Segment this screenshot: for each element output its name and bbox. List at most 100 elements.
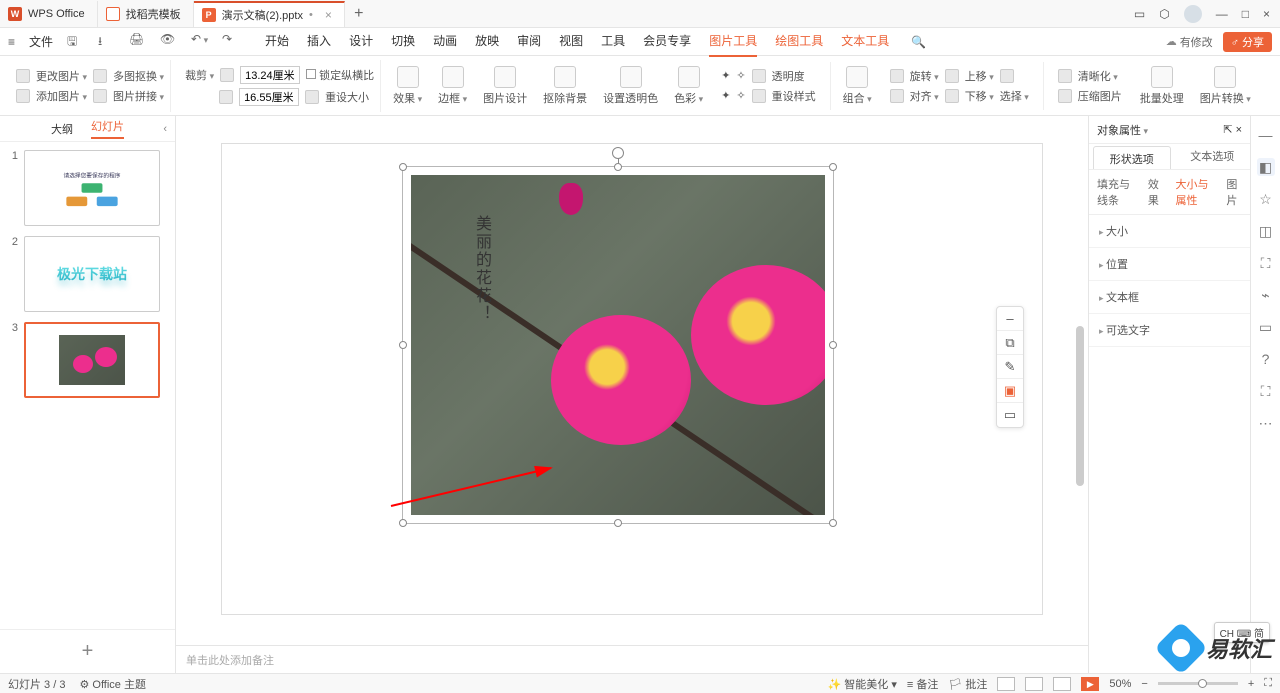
strip-template-icon[interactable]: ▭ xyxy=(1257,318,1275,336)
tab-picture-tools[interactable]: 图片工具 xyxy=(709,26,757,57)
slide-thumb-2[interactable]: 极光下载站 xyxy=(24,236,160,312)
undo-icon[interactable]: ↶ xyxy=(191,32,212,52)
notes-button[interactable]: ≡ 备注 xyxy=(907,676,938,692)
strip-help-icon[interactable]: ? xyxy=(1257,350,1275,368)
select-button[interactable]: 选择 xyxy=(1000,88,1029,104)
user-avatar-icon[interactable] xyxy=(1184,5,1202,23)
view-normal-icon[interactable] xyxy=(997,677,1015,691)
zoom-out-icon[interactable]: − xyxy=(1141,678,1147,690)
tab-app[interactable]: W WPS Office xyxy=(0,1,98,27)
width-input[interactable] xyxy=(240,66,300,84)
resize-handle[interactable] xyxy=(614,163,622,171)
resize-handle[interactable] xyxy=(399,163,407,171)
set-transparent-button[interactable]: 设置透明色 xyxy=(599,60,662,112)
collage-button[interactable]: 图片拼接 xyxy=(113,88,164,104)
lock-ratio-check[interactable]: 锁定纵横比 xyxy=(306,67,374,83)
height-input[interactable] xyxy=(239,88,299,106)
clarity-button[interactable]: 清晰化 xyxy=(1078,68,1118,84)
search-icon[interactable]: 🔍 xyxy=(911,35,926,49)
slide-thumb-3[interactable] xyxy=(24,322,160,398)
tab-close-icon[interactable]: × xyxy=(325,8,332,22)
save-icon[interactable]: 🖫 xyxy=(67,32,88,52)
strip-resource-icon[interactable]: ⛶ xyxy=(1257,382,1275,400)
strip-properties-icon[interactable]: ◧ xyxy=(1257,158,1275,176)
zoom-label[interactable]: 50% xyxy=(1109,678,1131,690)
subtab-size[interactable]: 大小与属性 xyxy=(1176,176,1215,208)
subtab-effect[interactable]: 效果 xyxy=(1148,176,1164,208)
tab-start[interactable]: 开始 xyxy=(265,26,289,57)
close-window-icon[interactable]: × xyxy=(1263,7,1270,21)
resize-handle[interactable] xyxy=(399,341,407,349)
reset-style-button[interactable]: 重设样式 xyxy=(772,88,816,104)
minimize-icon[interactable]: — xyxy=(1216,7,1228,21)
rotate-handle[interactable] xyxy=(612,147,624,159)
fit-icon[interactable]: ⛶ xyxy=(1264,677,1272,690)
tab-text-tools[interactable]: 文本工具 xyxy=(841,26,889,57)
send-back-button[interactable]: 下移 xyxy=(965,88,994,104)
pane-close-icon[interactable]: × xyxy=(1236,124,1242,136)
float-collapse-icon[interactable]: – xyxy=(997,307,1023,331)
bright-down-icon[interactable]: ✦ xyxy=(721,89,730,102)
smart-beauty-button[interactable]: ✨ 智能美化 ▾ xyxy=(828,676,897,692)
comments-button[interactable]: 🏳 批注 xyxy=(948,676,987,692)
reset-size-button[interactable]: 重设大小 xyxy=(325,89,369,105)
float-layout-icon[interactable]: ⧉ xyxy=(997,331,1023,355)
border-button[interactable]: 边框 xyxy=(434,60,471,112)
tab-draw-tools[interactable]: 绘图工具 xyxy=(775,26,823,57)
img-design-button[interactable]: 图片设计 xyxy=(479,60,531,112)
strip-layout-icon[interactable]: ◫ xyxy=(1257,222,1275,240)
slide-thumb-1[interactable]: 请选择您要保存的程序 xyxy=(24,150,160,226)
tab-tools[interactable]: 工具 xyxy=(601,26,625,57)
vertical-scrollbar[interactable] xyxy=(1076,146,1086,605)
maximize-icon[interactable]: □ xyxy=(1242,7,1249,21)
text-options-tab[interactable]: 文本选项 xyxy=(1175,144,1251,169)
preview-icon[interactable]: 👁 xyxy=(160,32,181,52)
modified-badge[interactable]: 有修改 xyxy=(1166,34,1213,50)
tab-view[interactable]: 视图 xyxy=(559,26,583,57)
rotate-button[interactable]: 旋转 xyxy=(910,68,939,84)
tab-animation[interactable]: 动画 xyxy=(433,26,457,57)
remove-bg-button[interactable]: 抠除背景 xyxy=(539,60,591,112)
tab-slideshow[interactable]: 放映 xyxy=(475,26,499,57)
file-menu[interactable]: 文件 xyxy=(25,33,57,50)
tab-member[interactable]: 会员专享 xyxy=(643,26,691,57)
app-box-icon[interactable]: ▭ xyxy=(1134,7,1145,21)
app-cube-icon[interactable]: ⬡ xyxy=(1159,7,1169,21)
theme-label[interactable]: ⚙ Office 主题 xyxy=(79,676,146,692)
resize-handle[interactable] xyxy=(829,519,837,527)
subtab-fill[interactable]: 填充与线条 xyxy=(1097,176,1136,208)
add-slide-button[interactable]: + xyxy=(0,629,175,673)
notes-area[interactable]: 单击此处添加备注 xyxy=(176,645,1088,673)
resize-handle[interactable] xyxy=(829,163,837,171)
section-textbox[interactable]: 文本框 xyxy=(1089,281,1250,314)
tab-insert[interactable]: 插入 xyxy=(307,26,331,57)
tab-transition[interactable]: 切换 xyxy=(391,26,415,57)
float-crop-icon[interactable]: ▭ xyxy=(997,403,1023,427)
view-sorter-icon[interactable] xyxy=(1025,677,1043,691)
multi-crop-button[interactable]: 多图抠换 xyxy=(113,68,164,84)
zoom-slider[interactable] xyxy=(1158,682,1238,685)
align-button[interactable]: 对齐 xyxy=(910,88,939,104)
compress-button[interactable]: 压缩图片 xyxy=(1078,88,1122,104)
hamburger-icon[interactable]: ≡ xyxy=(8,35,15,49)
resize-handle[interactable] xyxy=(614,519,622,527)
color-button[interactable]: 色彩 xyxy=(670,60,707,112)
zoom-in-icon[interactable]: + xyxy=(1248,678,1254,690)
bring-fwd-button[interactable]: 上移 xyxy=(965,68,994,84)
change-image-button[interactable]: 更改图片 xyxy=(36,68,87,84)
section-size[interactable]: 大小 xyxy=(1089,215,1250,248)
redo-icon[interactable]: ↷ xyxy=(222,32,243,52)
brightness-icon[interactable]: ✦ xyxy=(721,69,730,82)
section-alt-text[interactable]: 可选文字 xyxy=(1089,314,1250,347)
combine-button[interactable]: 组合 xyxy=(839,60,876,112)
batch-button[interactable]: 批量处理 xyxy=(1136,60,1188,112)
print-icon[interactable]: 🖨 xyxy=(129,32,150,52)
float-fill-icon[interactable]: ▣ xyxy=(997,379,1023,403)
crop-button[interactable]: 裁剪 xyxy=(185,67,214,83)
section-position[interactable]: 位置 xyxy=(1089,248,1250,281)
pane-title[interactable]: 对象属性 xyxy=(1097,122,1148,138)
strip-star-icon[interactable]: ☆ xyxy=(1257,190,1275,208)
subtab-picture[interactable]: 图片 xyxy=(1226,176,1242,208)
share-button[interactable]: ♂ 分享 xyxy=(1223,32,1272,52)
convert-button[interactable]: 图片转换 xyxy=(1196,60,1255,112)
